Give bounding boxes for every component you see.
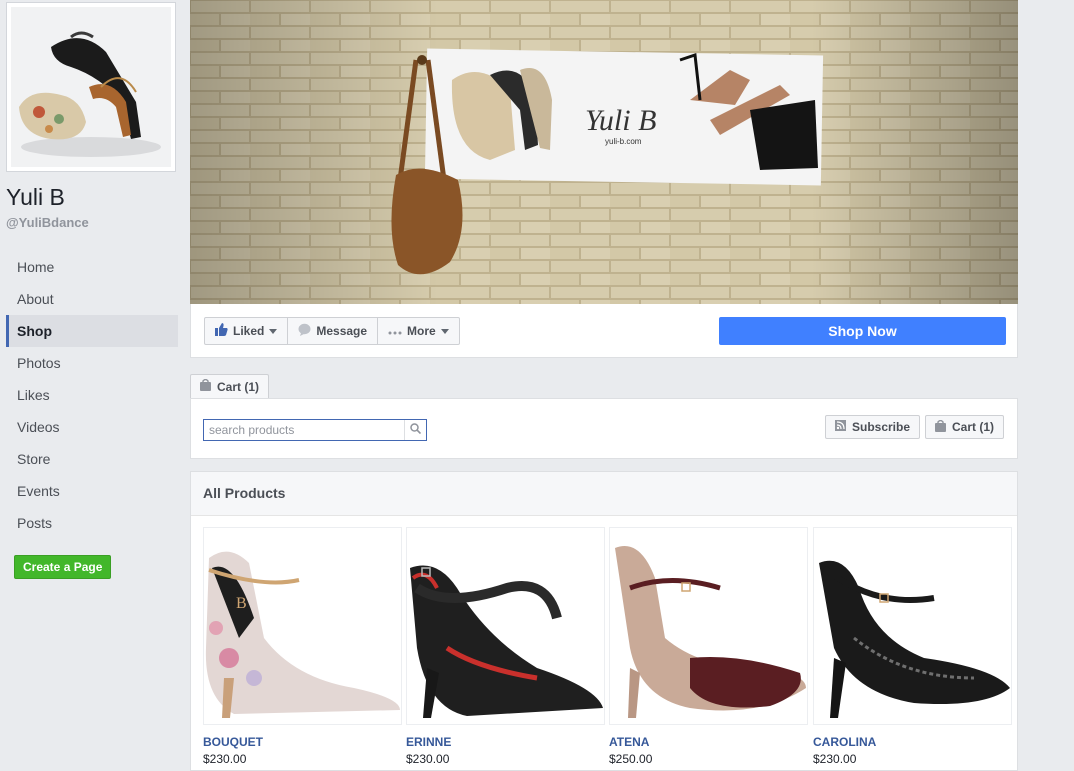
profile-picture [11,7,171,167]
page-nav: Home About Shop Photos Likes Videos Stor… [6,251,178,539]
liked-label: Liked [233,324,265,338]
message-label: Message [316,324,368,338]
search-icon [410,423,422,437]
product-card[interactable]: ERINNE $230.00 [406,527,605,766]
nav-item-posts[interactable]: Posts [6,507,178,539]
search-box [203,419,427,441]
cover-photo-art: Yuli B yuli-b.com [190,0,1018,304]
message-bubble-icon [298,323,311,339]
more-label: More [407,324,436,338]
products-header: All Products [191,472,1017,516]
nav-item-shop[interactable]: Shop [6,315,178,347]
nav-item-photos[interactable]: Photos [6,347,178,379]
nav-item-videos[interactable]: Videos [6,411,178,443]
cart-tab[interactable]: Cart (1) [190,374,270,398]
profile-picture-frame[interactable] [6,2,176,172]
product-card[interactable]: B BOUQUET $230.00 [203,527,402,766]
nav-item-events[interactable]: Events [6,475,178,507]
shop-toolbar: Subscribe Cart (1) [190,398,1018,459]
shop-now-button[interactable]: Shop Now [719,317,1006,345]
product-name[interactable]: BOUQUET [203,735,402,749]
chevron-down-icon [269,328,278,334]
liked-button[interactable]: Liked [204,317,289,345]
more-button[interactable]: More [378,317,460,345]
nav-item-about[interactable]: About [6,283,178,315]
create-page-button[interactable]: Create a Page [14,555,112,579]
product-card[interactable]: CAROLINA $230.00 [813,527,1012,766]
nav-item-store[interactable]: Store [6,443,178,475]
nav-item-home[interactable]: Home [6,251,178,283]
message-button[interactable]: Message [288,317,379,345]
search-button[interactable] [404,420,426,440]
search-input[interactable] [204,420,414,440]
cart-label: Cart (1) [952,420,995,434]
product-name[interactable]: ATENA [609,735,808,749]
cart-button[interactable]: Cart (1) [925,415,1005,439]
subscribe-button[interactable]: Subscribe [825,415,921,439]
chevron-down-icon [440,328,449,334]
cover-photo[interactable]: Yuli B yuli-b.com [190,0,1018,304]
product-image[interactable] [609,527,808,725]
product-name[interactable]: CAROLINA [813,735,1012,749]
svg-text:B: B [236,595,247,612]
subscribe-label: Subscribe [852,420,911,434]
nav-item-likes[interactable]: Likes [6,379,178,411]
product-image[interactable] [406,527,605,725]
products-panel: All Products B BOUQUET $230.00 ERINNE $2… [190,471,1018,771]
product-image[interactable]: B [203,527,402,725]
page-action-buttons: Liked Message More [204,317,460,345]
thumbs-up-icon [215,323,228,339]
product-card[interactable]: ATENA $250.00 [609,527,808,766]
cover-banner-url: yuli-b.com [605,137,642,146]
page-handle[interactable]: @YuliBdance [6,215,89,230]
rss-icon [835,420,846,434]
product-name[interactable]: ERINNE [406,735,605,749]
cover-banner-brand: Yuli B [585,104,656,137]
page-action-bar: Liked Message More Shop Now [190,304,1018,358]
page-name[interactable]: Yuli B [6,184,65,211]
cart-tab-label: Cart (1) [217,379,260,394]
product-image[interactable] [813,527,1012,725]
more-dots-icon [388,324,402,338]
shopping-bag-icon [935,419,946,435]
shopping-bag-icon [200,378,211,394]
